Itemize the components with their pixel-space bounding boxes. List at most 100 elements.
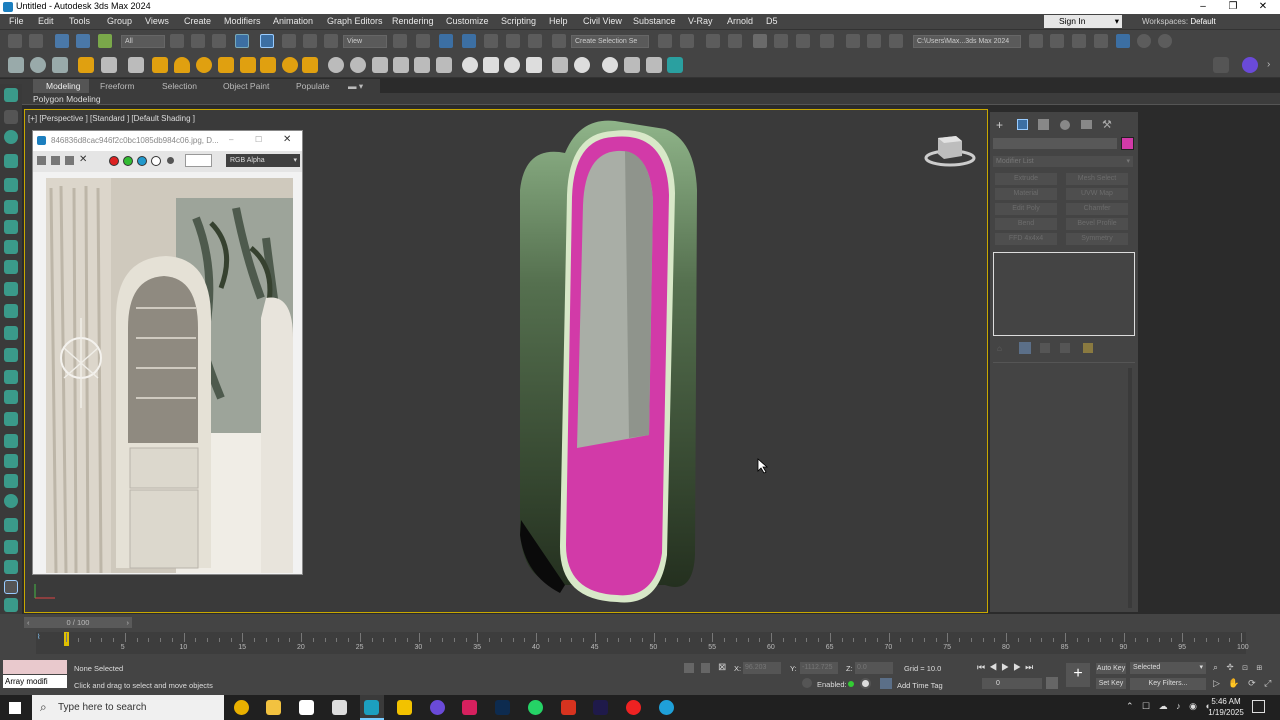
ffd-button[interactable]: FFD 4x4x4: [995, 233, 1057, 245]
mesh-select-button[interactable]: Mesh Select: [1066, 173, 1128, 185]
extrude-button[interactable]: Extrude: [995, 173, 1057, 185]
notifications-icon[interactable]: [1252, 700, 1265, 713]
ribbon-options-icon[interactable]: ▬ ▾: [348, 81, 363, 92]
light-tool-icon[interactable]: [4, 200, 18, 214]
active-tool-icon[interactable]: [1116, 34, 1130, 48]
menu-d5[interactable]: D5: [766, 16, 778, 26]
edit-named-selection-icon[interactable]: [552, 34, 566, 48]
time-tag-icon[interactable]: [860, 678, 871, 689]
vray-icon[interactable]: [8, 57, 24, 73]
zoom-tool-icon[interactable]: [4, 560, 18, 574]
object-name-field[interactable]: [993, 138, 1117, 149]
camera-tool-icon[interactable]: [4, 178, 18, 192]
toggle-ribbon-icon[interactable]: [753, 34, 767, 48]
color-swatch[interactable]: [185, 154, 212, 167]
save-icon[interactable]: [1072, 34, 1086, 48]
purple-app-icon[interactable]: [430, 700, 445, 715]
hierarchy-tool-icon[interactable]: [4, 304, 18, 318]
create-tab-icon[interactable]: +: [996, 118, 1003, 132]
material-button[interactable]: Material: [995, 188, 1057, 200]
playback-controls[interactable]: ⏮◀▶▶⏭: [977, 662, 1037, 673]
helper-tool-icon[interactable]: [4, 220, 18, 234]
reference-coordinate-dropdown[interactable]: View: [343, 35, 387, 48]
maximize-button[interactable]: ☐: [255, 135, 262, 144]
pin-stack-icon[interactable]: ⌂: [997, 344, 1002, 353]
motion-tool-icon[interactable]: [4, 326, 18, 340]
named-selection-dropdown[interactable]: Create Selection Se: [571, 35, 649, 48]
render-setup-icon[interactable]: [846, 34, 860, 48]
taskbar-search-box[interactable]: ⌕ Type here to search: [32, 695, 224, 720]
menu-edit[interactable]: Edit: [38, 16, 54, 26]
user-avatar-icon[interactable]: [1242, 57, 1258, 73]
tab-object-paint[interactable]: Object Paint: [223, 81, 269, 91]
help-icon[interactable]: [1137, 34, 1151, 48]
close-button[interactable]: ✕: [1250, 0, 1276, 14]
maxscript-listener-box[interactable]: [3, 660, 67, 674]
placement-icon[interactable]: [324, 34, 338, 48]
z-coordinate-field[interactable]: 0.0: [855, 662, 893, 674]
vray-fur-icon[interactable]: [372, 57, 388, 73]
vray-camera-icon[interactable]: [52, 57, 68, 73]
rotate-icon[interactable]: [282, 34, 296, 48]
autocad-icon[interactable]: [462, 700, 477, 715]
symmetry-button[interactable]: Symmetry: [1066, 233, 1128, 245]
edit-poly-button[interactable]: Edit Poly: [995, 203, 1057, 215]
pdf-icon[interactable]: [561, 700, 576, 715]
mesh-light-icon[interactable]: [218, 57, 234, 73]
chevron-left-icon[interactable]: ‹: [27, 617, 30, 628]
viewport-nav-controls-2[interactable]: ▷ ✋ ⟳ ⤢: [1213, 678, 1274, 689]
motion-tab-icon[interactable]: [1060, 120, 1070, 130]
menu-file[interactable]: File: [9, 16, 24, 26]
premiere-icon[interactable]: [593, 700, 608, 715]
absolute-mode-icon[interactable]: ⊠: [718, 662, 726, 673]
modify-tool-icon[interactable]: [4, 282, 18, 296]
modifier-stack[interactable]: [993, 252, 1135, 336]
red-channel-icon[interactable]: [109, 156, 119, 166]
chrome-icon[interactable]: [234, 700, 249, 715]
toggle-layer-explorer-icon[interactable]: [728, 34, 742, 48]
chaos-cosmos-icon[interactable]: [624, 57, 640, 73]
toggle-scene-explorer-icon[interactable]: [706, 34, 720, 48]
menu-substance[interactable]: Substance: [633, 16, 676, 26]
undo-icon[interactable]: [8, 34, 22, 48]
render-tool-icon[interactable]: [4, 434, 18, 448]
uvw-map-button[interactable]: UVW Map: [1066, 188, 1128, 200]
rendered-frame-window-icon[interactable]: [867, 34, 881, 48]
import-icon[interactable]: [1094, 34, 1108, 48]
isolate-tool-icon[interactable]: [4, 540, 18, 554]
x-coordinate-field[interactable]: 96.203: [743, 662, 781, 674]
bevel-profile-button[interactable]: Bevel Profile: [1066, 218, 1128, 230]
snaps-toggle-icon[interactable]: [462, 34, 476, 48]
bind-space-warp-icon[interactable]: [98, 34, 112, 48]
viewcube[interactable]: [923, 132, 977, 170]
time-config-icon[interactable]: [1046, 677, 1058, 689]
modify-tab-icon[interactable]: [1017, 119, 1028, 130]
unlink-icon[interactable]: [76, 34, 90, 48]
material-library-icon[interactable]: [504, 57, 520, 73]
move-icon[interactable]: [260, 34, 274, 48]
select-object-icon[interactable]: [170, 34, 184, 48]
lock-icon[interactable]: [701, 663, 710, 673]
menu-scripting[interactable]: Scripting: [501, 16, 536, 26]
sky-icon[interactable]: [302, 57, 318, 73]
viewport-label[interactable]: [+] [Perspective ] [Standard ] [Default …: [28, 114, 195, 123]
menu-create[interactable]: Create: [184, 16, 211, 26]
align-view-icon[interactable]: [4, 580, 18, 594]
channel-dropdown[interactable]: RGB Alpha ▾: [226, 154, 300, 167]
mono-channel-icon[interactable]: [167, 157, 174, 164]
shape-tool-icon[interactable]: [4, 154, 18, 168]
key-selection-dropdown[interactable]: Selected ▾: [1130, 662, 1206, 674]
keyboard-shortcut-icon[interactable]: [439, 34, 453, 48]
menu-modifiers[interactable]: Modifiers: [224, 16, 261, 26]
object-color-swatch[interactable]: [1121, 137, 1134, 150]
image-viewer-window[interactable]: 846836d8cac946f2c0bc1085db984c06.jpg, D.…: [32, 130, 303, 575]
rectangular-selection-icon[interactable]: [212, 34, 226, 48]
sign-in-button[interactable]: Sign In ▾: [1044, 15, 1122, 28]
vantage-icon[interactable]: [646, 57, 662, 73]
info-icon[interactable]: [4, 130, 18, 144]
refresh-icon[interactable]: [1158, 34, 1172, 48]
spacewarp-tool-icon[interactable]: [4, 240, 18, 254]
redo-icon[interactable]: [29, 34, 43, 48]
3dsmax-icon[interactable]: [364, 700, 379, 715]
whatsapp-icon[interactable]: [528, 700, 543, 715]
